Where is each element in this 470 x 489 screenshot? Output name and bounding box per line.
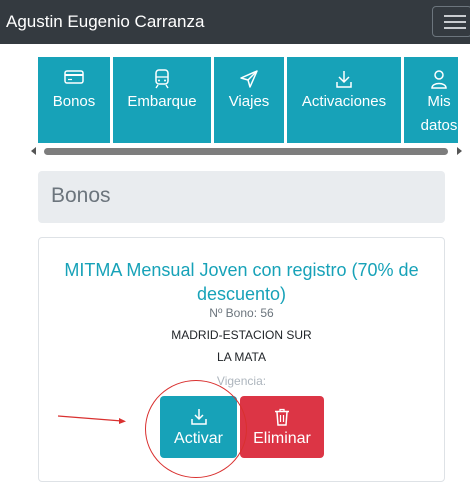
bono-number: Nº Bono: 56 xyxy=(209,306,274,320)
nav-tabs: Bonos Embarque Viajes Activaciones Mis d… xyxy=(38,57,458,143)
scroll-right-arrow-icon[interactable] xyxy=(457,147,462,155)
tab-mis-datos-label-line1: Mis xyxy=(427,93,451,110)
delete-button[interactable]: Eliminar xyxy=(240,396,324,458)
bono-origin: MADRID-ESTACION SUR xyxy=(171,328,312,342)
delete-button-label: Eliminar xyxy=(253,430,311,447)
tab-bonos[interactable]: Bonos xyxy=(38,57,110,143)
tab-viajes[interactable]: Viajes xyxy=(214,57,284,143)
menu-toggle-button[interactable] xyxy=(432,6,470,37)
tabs-scrollbar[interactable] xyxy=(30,146,464,156)
section-header: Bonos xyxy=(38,171,445,223)
hamburger-icon-bar xyxy=(444,27,466,29)
tab-viajes-label: Viajes xyxy=(228,93,270,110)
top-navbar: Agustin Eugenio Carranza xyxy=(0,0,470,44)
tab-activaciones-label: Activaciones xyxy=(301,93,387,110)
tab-mis-datos-label-line2: datos xyxy=(420,117,458,134)
scrollbar-thumb[interactable] xyxy=(44,148,448,155)
section-title: Bonos xyxy=(51,184,111,207)
tab-embarque-label: Embarque xyxy=(127,93,197,110)
bono-title: MITMA Mensual Joven con registro (70% de… xyxy=(64,260,419,304)
download-icon xyxy=(287,69,401,89)
hamburger-icon-bar xyxy=(444,21,466,23)
annotation-circle xyxy=(145,380,247,478)
hamburger-icon xyxy=(444,15,466,17)
trash-icon xyxy=(240,408,324,426)
tab-mis-datos[interactable]: Mis datos xyxy=(404,57,458,143)
train-icon xyxy=(113,69,211,89)
card-icon xyxy=(38,69,110,89)
bono-destination: LA MATA xyxy=(217,350,266,364)
bono-validity-label: Vigencia: xyxy=(216,374,267,388)
tab-activaciones[interactable]: Activaciones xyxy=(287,57,401,143)
tab-bonos-label: Bonos xyxy=(52,93,96,110)
tab-embarque[interactable]: Embarque xyxy=(113,57,211,143)
annotation-arrow-icon xyxy=(57,415,126,424)
send-icon xyxy=(214,69,284,89)
user-icon xyxy=(404,69,458,89)
scroll-left-arrow-icon[interactable] xyxy=(31,147,36,155)
user-name[interactable]: Agustin Eugenio Carranza xyxy=(6,12,204,32)
